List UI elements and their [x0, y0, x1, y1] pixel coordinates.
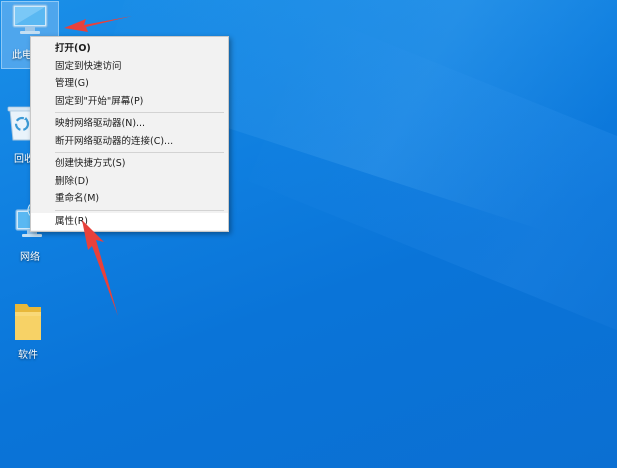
- menu-item-pin-quick-access[interactable]: 固定到快速访问: [31, 58, 228, 76]
- desktop-icon-label: 网络: [20, 252, 40, 263]
- menu-item-disconnect-network-drive[interactable]: 断开网络驱动器的连接(C)...: [31, 133, 228, 151]
- menu-item-properties[interactable]: 属性(R): [31, 212, 228, 230]
- menu-item-rename[interactable]: 重命名(M): [31, 190, 228, 208]
- menu-item-manage[interactable]: 管理(G): [31, 75, 228, 93]
- menu-item-map-network-drive[interactable]: 映射网络驱动器(N)...: [31, 115, 228, 133]
- desktop: 此电 回收 网络 软件 打开(O) 固定到快速访问 管理(G) 固定到"开始"屏…: [0, 0, 617, 468]
- wallpaper-light-beam: [248, 14, 617, 406]
- menu-item-delete[interactable]: 删除(D): [31, 173, 228, 191]
- desktop-icon-software-folder[interactable]: 软件: [0, 300, 56, 361]
- folder-icon: [15, 304, 41, 340]
- menu-separator: [55, 152, 224, 153]
- menu-item-open[interactable]: 打开(O): [31, 40, 228, 58]
- context-menu: 打开(O) 固定到快速访问 管理(G) 固定到"开始"屏幕(P) 映射网络驱动器…: [30, 36, 229, 232]
- menu-item-pin-start[interactable]: 固定到"开始"屏幕(P): [31, 93, 228, 111]
- menu-separator: [55, 112, 224, 113]
- menu-item-create-shortcut[interactable]: 创建快捷方式(S): [31, 155, 228, 173]
- desktop-icon-label: 软件: [18, 350, 38, 361]
- menu-separator: [55, 209, 224, 211]
- computer-icon: [12, 4, 48, 34]
